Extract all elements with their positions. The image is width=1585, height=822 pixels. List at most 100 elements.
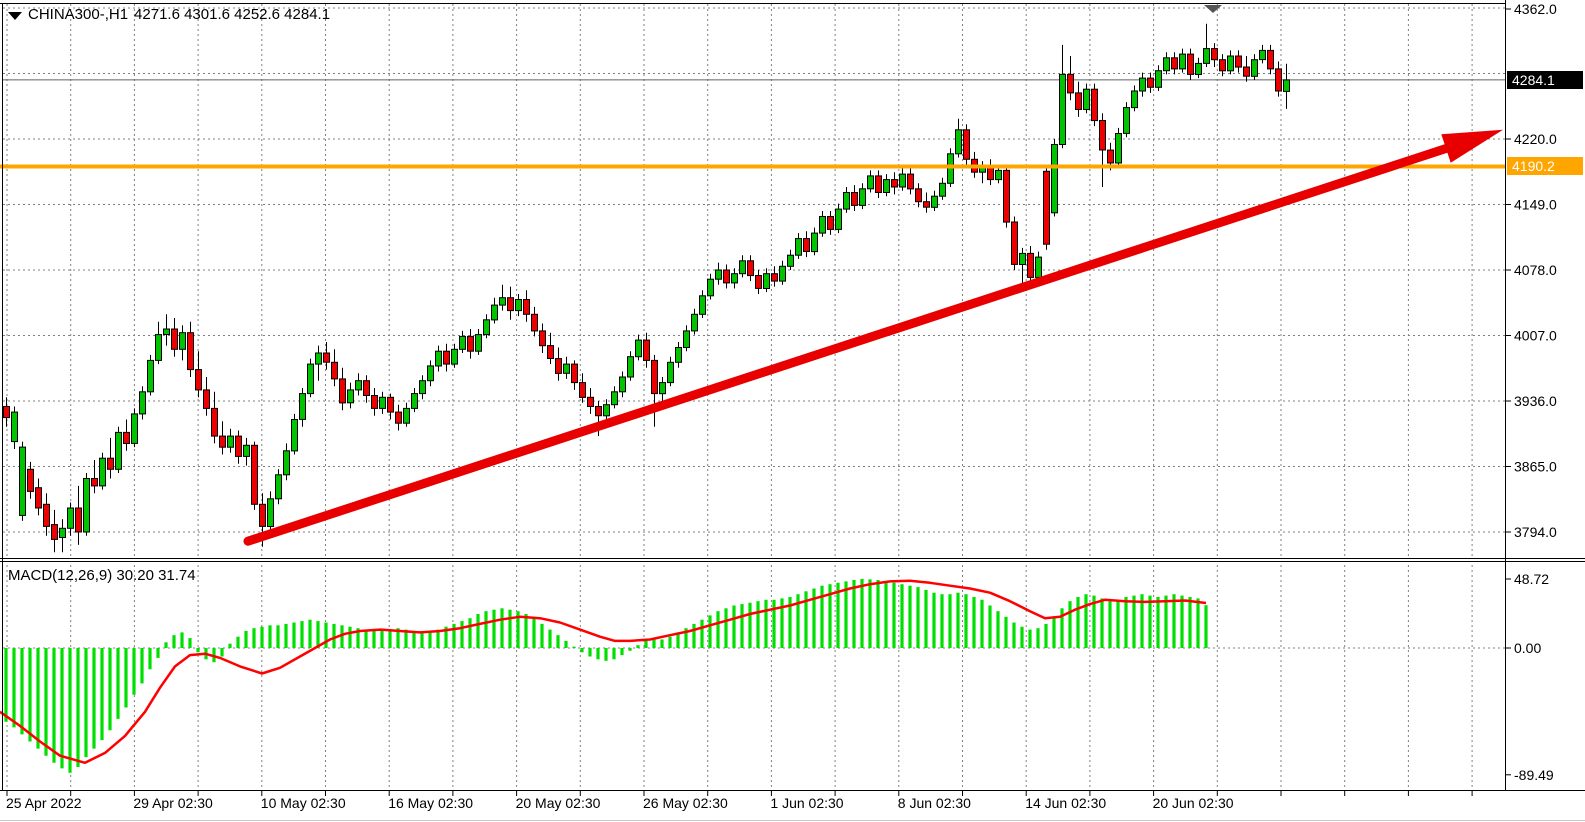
price-tick-label: 4362.0: [1514, 1, 1557, 17]
candle-body: [692, 314, 698, 331]
candle-body: [20, 447, 26, 515]
candle-body: [380, 397, 386, 408]
candle-body: [156, 335, 162, 361]
candle-body: [612, 392, 618, 405]
price-tick-label: 3936.0: [1514, 393, 1557, 409]
candle-body: [492, 305, 498, 320]
candle-body: [820, 217, 826, 234]
candle-body: [1212, 49, 1218, 60]
chart-title-row: CHINA300-,H1 4271.6 4301.6 4252.6 4284.1: [8, 6, 330, 23]
candle-body: [420, 381, 426, 394]
candle-body: [1004, 170, 1010, 222]
candle-body: [1228, 56, 1234, 71]
candle-body: [212, 408, 218, 436]
candle-body: [220, 436, 226, 447]
candle-body: [428, 366, 434, 381]
candle-body: [444, 351, 450, 364]
candle-body: [204, 390, 210, 409]
candle-body: [1236, 56, 1242, 67]
candle-body: [548, 346, 554, 359]
candle-body: [292, 420, 298, 451]
candle-body: [716, 270, 722, 279]
candle-body: [532, 314, 538, 331]
price-tick-label: 3794.0: [1514, 524, 1557, 540]
candle-body: [372, 396, 378, 409]
candle-body: [868, 176, 874, 189]
candle-body: [708, 279, 714, 296]
candle-body: [148, 360, 154, 391]
candle-body: [332, 362, 338, 379]
candle-body: [316, 353, 322, 364]
candle-body: [1188, 54, 1194, 74]
candle-body: [788, 255, 794, 266]
time-axis-labels: 25 Apr 202229 Apr 02:3010 May 02:3016 Ma…: [6, 795, 1234, 811]
candle-body: [644, 340, 650, 360]
candle-body: [1180, 54, 1186, 69]
candle-body: [684, 331, 690, 348]
candle-body: [308, 364, 314, 394]
candle-body: [164, 329, 170, 335]
candle-body: [1196, 63, 1202, 74]
candle-body: [1036, 257, 1042, 277]
candle-body: [1012, 222, 1018, 264]
candle-body: [836, 209, 842, 229]
candle-body: [508, 298, 514, 311]
candle-body: [524, 300, 530, 315]
candle-body: [388, 397, 394, 412]
candle-body: [404, 408, 410, 423]
candle-body: [564, 364, 570, 373]
candle-body: [452, 349, 458, 364]
candle-body: [12, 412, 18, 442]
candle-body: [1164, 58, 1170, 71]
candle-body: [100, 458, 106, 486]
candle-body: [484, 320, 490, 335]
candle-body: [1116, 134, 1122, 164]
price-tick-label: 4078.0: [1514, 262, 1557, 278]
candle-body: [772, 274, 778, 281]
candle-body: [1172, 58, 1178, 69]
candle-body: [700, 296, 706, 315]
candle-body: [244, 445, 250, 456]
candle-body: [572, 364, 578, 383]
candle-body: [1060, 74, 1066, 144]
candle-body: [780, 266, 786, 281]
candle-body: [828, 217, 834, 230]
candle-body: [252, 445, 258, 504]
candle-body: [1268, 50, 1274, 69]
candle-body: [636, 340, 642, 357]
candle-body: [1124, 108, 1130, 134]
candle-body: [236, 436, 242, 456]
candle-body: [796, 239, 802, 256]
candle-body: [516, 300, 522, 311]
ohlc-values: 4271.6 4301.6 4252.6 4284.1: [134, 6, 330, 23]
candle-body: [1068, 74, 1074, 93]
candle-body: [596, 407, 602, 416]
candle-body: [140, 392, 146, 414]
candle-body: [36, 488, 42, 508]
time-tick-label: 10 May 02:30: [261, 795, 346, 811]
candle-body: [756, 276, 762, 289]
candle-body: [732, 274, 738, 283]
candle-body: [916, 189, 922, 202]
symbol-dropdown-icon[interactable]: [8, 12, 22, 20]
macd-indicator-label: MACD(12,26,9) 30.20 31.74: [8, 567, 196, 584]
candle-body: [1108, 150, 1114, 163]
candle-body: [1100, 121, 1106, 151]
chart-canvas[interactable]: 4362.04220.04149.04078.04007.03936.03865…: [0, 0, 1585, 822]
candle-body: [364, 381, 370, 396]
current-price-badge: 4284.1: [1507, 71, 1583, 89]
candle-body: [908, 174, 914, 189]
candle-body: [1276, 69, 1282, 91]
candle-body: [188, 333, 194, 370]
candle-body: [988, 167, 994, 180]
symbol-name: CHINA300-,H1: [28, 6, 128, 23]
candle-body: [1284, 80, 1290, 92]
candle-body: [1044, 171, 1050, 244]
candle-body: [76, 508, 82, 532]
candle-body: [860, 189, 866, 206]
candle-body: [588, 397, 594, 406]
candle-body: [476, 335, 482, 352]
candle-body: [660, 383, 666, 394]
candle-body: [92, 479, 98, 486]
candle-body: [172, 329, 178, 349]
